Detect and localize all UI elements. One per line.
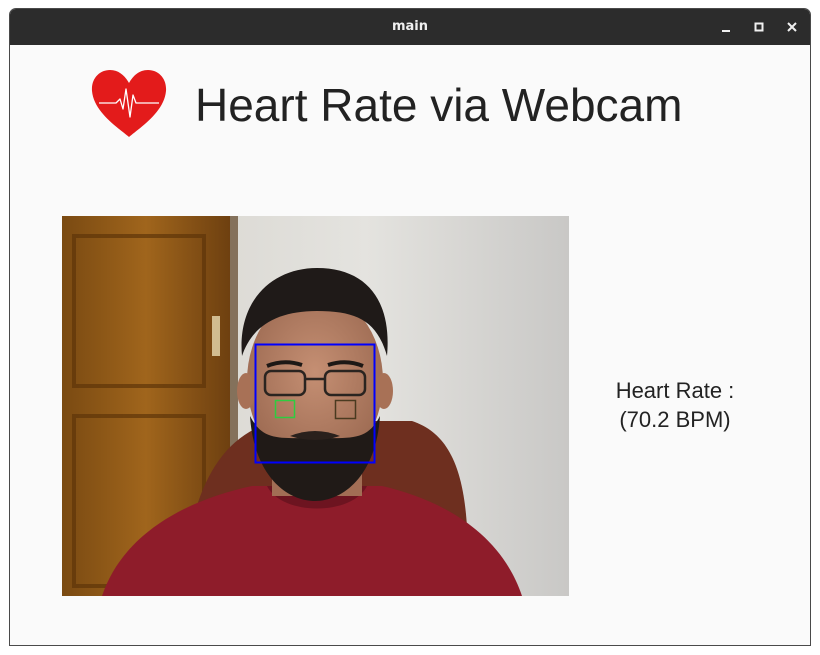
close-icon [787, 22, 797, 32]
minimize-button[interactable] [716, 17, 736, 37]
maximize-button[interactable] [749, 17, 769, 37]
webcam-image [62, 216, 569, 596]
maximize-icon [754, 22, 764, 32]
window-title: main [391, 19, 429, 34]
app-title: Heart Rate via Webcam [195, 79, 683, 131]
heart-ecg-icon [91, 70, 167, 137]
main-content: Heart Rate via Webcam Heart Rate: (70.2… [10, 45, 810, 645]
minimize-icon [722, 30, 730, 32]
heart-rate-readout: Heart Rate : (70.2 BPM) [590, 376, 760, 434]
title-bar[interactable]: main [10, 9, 810, 45]
heart-rate-value: (70.2 BPM) [619, 407, 731, 432]
heart-rate-label: Heart Rate : [615, 378, 735, 403]
app-window: main Heart Rate via Webcam Heart Rate: … [9, 8, 811, 646]
close-button[interactable] [782, 17, 802, 37]
webcam-feed [62, 216, 569, 596]
